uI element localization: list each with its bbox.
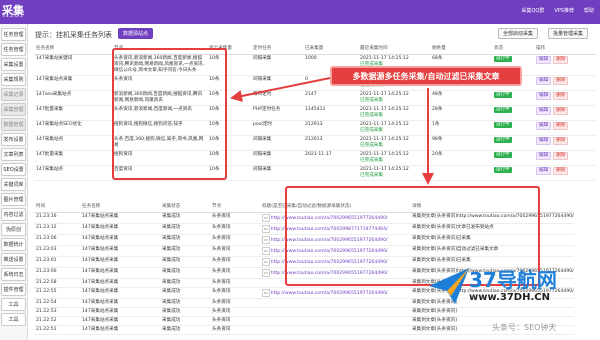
watermark-footer: 头条号：SEO钟天 — [492, 323, 557, 332]
watermark-url: www.37DH.CN — [469, 292, 550, 303]
watermark-logo: 37导航网 www.37DH.CN — [425, 262, 600, 312]
arrow-to-nodes — [230, 77, 331, 102]
paper-plane-icon — [429, 268, 469, 304]
watermark-site: 37导航网 — [469, 268, 557, 292]
